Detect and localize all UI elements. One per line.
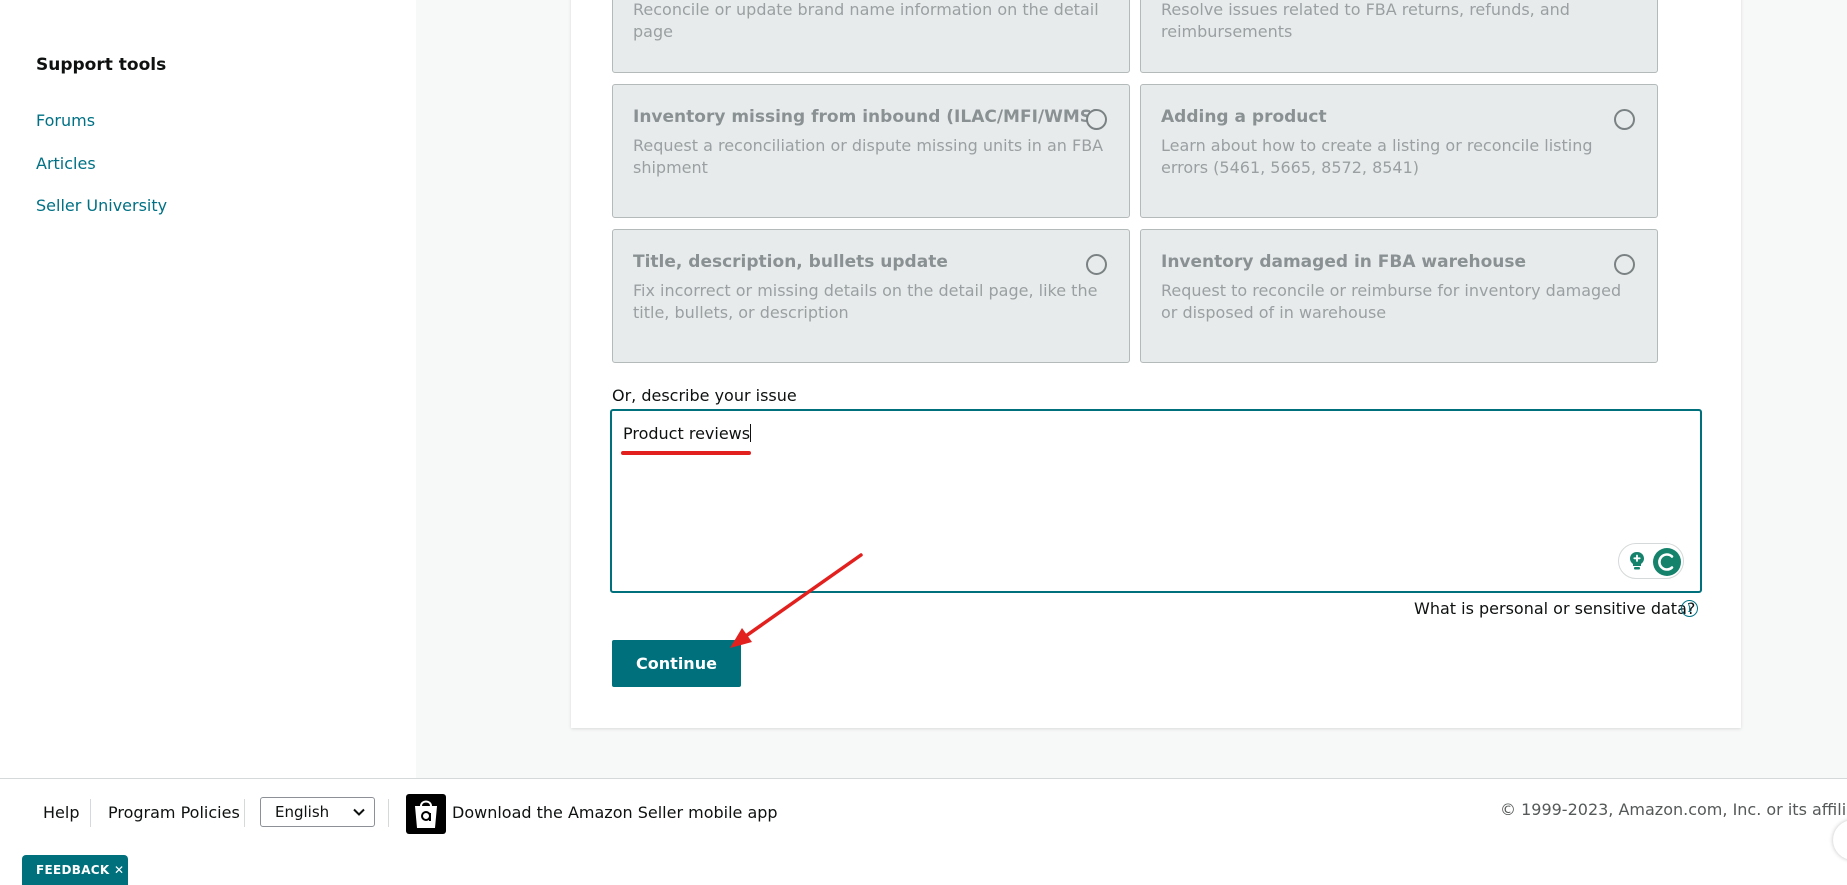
amazon-seller-app-icon[interactable] [406,794,446,834]
sidebar-link-forums[interactable]: Forums [36,111,95,130]
textarea-value: Product reviews [623,424,752,443]
footer-program-policies-link[interactable]: Program Policies [108,803,240,822]
option-radio[interactable] [1614,109,1635,130]
annotation-underline [621,451,751,455]
language-value: English [275,803,330,821]
option-description: Resolve issues related to FBA returns, r… [1161,0,1570,41]
footer-divider [244,799,245,827]
writing-assistant-widget[interactable] [1618,543,1684,579]
footer-help-link[interactable]: Help [43,803,79,822]
continue-button[interactable]: Continue [612,640,741,687]
download-app-link[interactable]: Download the Amazon Seller mobile app [452,803,778,822]
language-select[interactable]: English [260,797,375,827]
option-radio[interactable] [1614,254,1635,275]
sidebar: Support tools Forums Articles Seller Uni… [0,0,416,778]
option-fba-returns[interactable]: Resolve issues related to FBA returns, r… [1140,0,1658,73]
copyright-text: © 1999-2023, Amazon.com, Inc. or its aff… [1500,800,1847,819]
page-footer: Help Program Policies English Download t… [0,778,1847,875]
option-adding-product[interactable]: Adding a product Learn about how to crea… [1140,84,1658,218]
option-inventory-missing[interactable]: Inventory missing from inbound (ILAC/MFI… [612,84,1130,218]
sidebar-link-articles[interactable]: Articles [36,154,96,173]
option-radio[interactable] [1086,109,1107,130]
lightbulb-icon[interactable] [1626,550,1648,572]
option-description: Reconcile or update brand name informati… [633,0,1099,41]
sidebar-title: Support tools [36,55,167,75]
option-title-description-update[interactable]: Title, description, bullets update Fix i… [612,229,1130,363]
option-brand-name[interactable]: Reconcile or update brand name informati… [612,0,1130,73]
option-title: Inventory damaged in FBA warehouse [1161,252,1527,272]
sidebar-link-seller-university[interactable]: Seller University [36,196,167,215]
option-inventory-damaged[interactable]: Inventory damaged in FBA warehouse Reque… [1140,229,1658,363]
option-radio[interactable] [1086,254,1107,275]
text-caret [750,424,752,442]
describe-issue-label: Or, describe your issue [612,386,797,405]
assistant-status-icon[interactable] [1653,548,1681,576]
option-title: Inventory missing from inbound (ILAC/MFI… [633,107,1100,127]
footer-divider [90,799,91,827]
feedback-button[interactable]: FEEDBACK ✕ [22,855,128,885]
describe-issue-textarea[interactable]: Product reviews [610,409,1702,593]
sensitive-data-link[interactable]: What is personal or sensitive data? [1414,599,1695,618]
option-title: Adding a product [1161,107,1327,127]
option-description: Learn about how to create a listing or r… [1161,136,1593,177]
option-description: Request to reconcile or reimburse for in… [1161,281,1622,322]
option-title: Title, description, bullets update [633,252,948,272]
footer-divider [388,799,389,827]
option-description: Request a reconciliation or dispute miss… [633,136,1104,177]
chevron-down-icon [353,808,365,816]
option-description: Fix incorrect or missing details on the … [633,281,1098,322]
info-icon[interactable]: i [1681,600,1698,617]
